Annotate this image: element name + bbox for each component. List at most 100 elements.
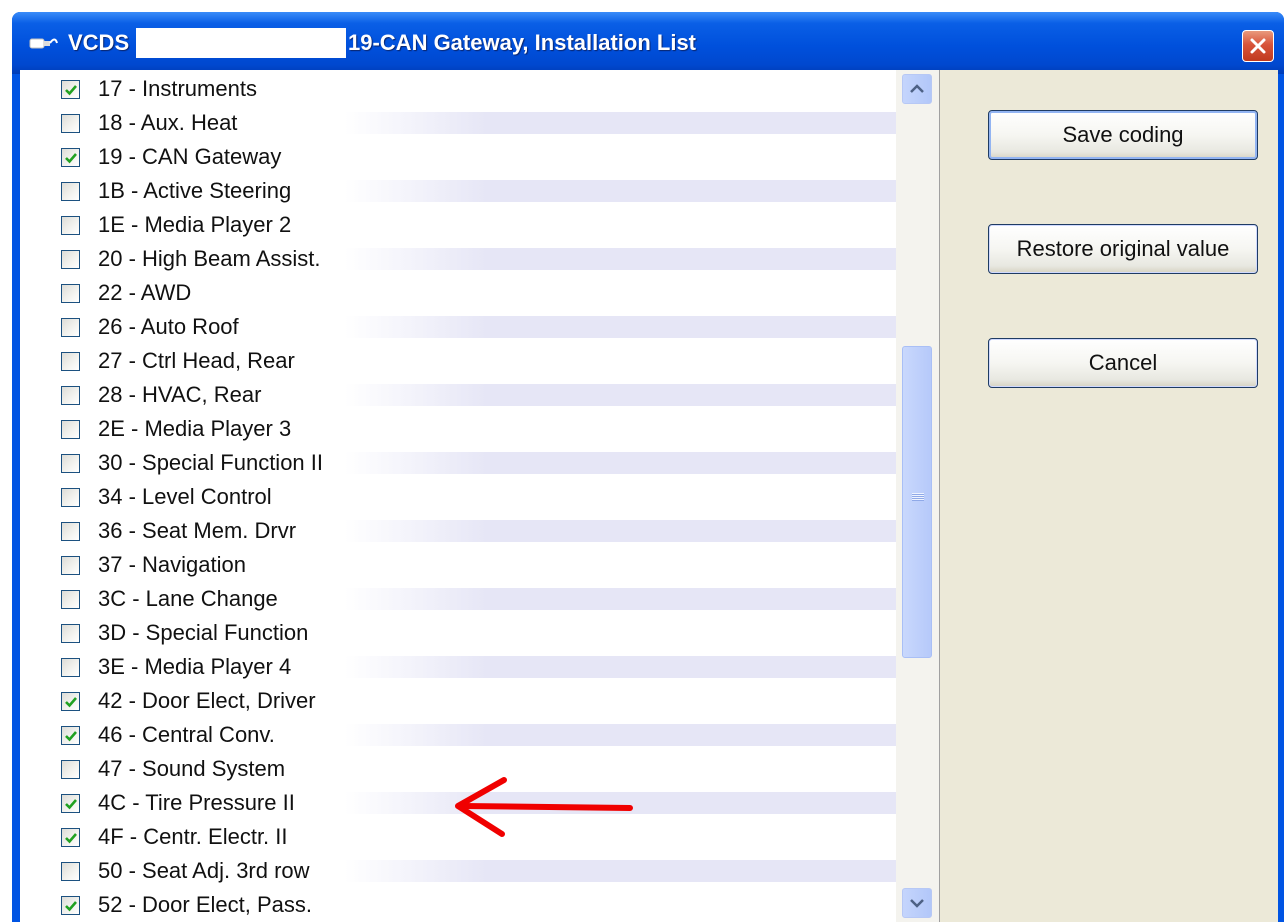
module-checkbox[interactable] [61, 590, 80, 609]
module-label: 50 - Seat Adj. 3rd row [98, 858, 310, 883]
restore-original-value-button[interactable]: Restore original value [988, 224, 1258, 274]
row-stripe [345, 112, 915, 134]
row-stripe [345, 180, 915, 202]
module-label: 19 - CAN Gateway [98, 144, 282, 169]
list-item[interactable]: 3D - Special Function [20, 616, 916, 650]
list-item[interactable]: 27 - Ctrl Head, Rear [20, 344, 916, 378]
checkmark-icon [65, 85, 77, 96]
module-checkbox[interactable] [61, 896, 80, 915]
module-checkbox[interactable] [61, 726, 80, 745]
list-item[interactable]: 17 - Instruments [20, 72, 916, 106]
module-label: 4C - Tire Pressure II [98, 790, 295, 815]
list-item[interactable]: 42 - Door Elect, Driver [20, 684, 916, 718]
scroll-down-button[interactable] [902, 888, 932, 918]
checkmark-icon [65, 731, 77, 742]
module-checkbox[interactable] [61, 352, 80, 371]
module-label: 3D - Special Function [98, 620, 309, 645]
row-stripe [345, 520, 915, 542]
module-checkbox[interactable] [61, 182, 80, 201]
module-checkbox[interactable] [61, 658, 80, 677]
redacted-area [136, 28, 346, 58]
module-checkbox[interactable] [61, 828, 80, 847]
list-item[interactable]: 18 - Aux. Heat [20, 106, 916, 140]
scroll-grip [912, 493, 924, 501]
row-stripe [345, 316, 915, 338]
checkmark-icon [65, 901, 77, 912]
close-button[interactable] [1242, 30, 1274, 62]
module-label: 20 - High Beam Assist. [98, 246, 321, 271]
installation-list[interactable]: 17 - Instruments 18 - Aux. Heat 19 - CAN G… [20, 70, 940, 922]
window-title: 19-CAN Gateway, Installation List [348, 30, 697, 55]
module-label: 46 - Central Conv. [98, 722, 275, 747]
module-label: 30 - Special Function II [98, 450, 324, 475]
list-item[interactable]: 1E - Media Player 2 [20, 208, 916, 242]
module-checkbox[interactable] [61, 318, 80, 337]
scroll-up-arrow-icon [910, 84, 924, 93]
scroll-up-button[interactable] [902, 74, 932, 104]
list-item[interactable]: 37 - Navigation [20, 548, 916, 582]
list-item[interactable]: 34 - Level Control [20, 480, 916, 514]
module-label: 26 - Auto Roof [98, 314, 239, 339]
red-arrow-annotation [455, 777, 633, 837]
list-item[interactable]: 3E - Media Player 4 [20, 650, 916, 684]
close-icon [1250, 38, 1266, 54]
row-stripe [345, 860, 915, 882]
module-label: 52 - Door Elect, Pass. [98, 892, 312, 917]
list-item[interactable]: 26 - Auto Roof [20, 310, 916, 344]
module-label: 28 - HVAC, Rear [98, 382, 262, 407]
module-checkbox[interactable] [61, 794, 80, 813]
module-label: 4F - Centr. Electr. II [98, 824, 288, 849]
list-item[interactable]: 28 - HVAC, Rear [20, 378, 916, 412]
module-label: 1E - Media Player 2 [98, 212, 292, 237]
module-label: 3C - Lane Change [98, 586, 278, 611]
module-label: 27 - Ctrl Head, Rear [98, 348, 295, 373]
list-item[interactable]: 46 - Central Conv. [20, 718, 916, 752]
checkmark-icon [65, 799, 77, 810]
module-checkbox[interactable] [61, 692, 80, 711]
module-checkbox[interactable] [61, 250, 80, 269]
module-label: 1B - Active Steering [98, 178, 292, 203]
module-checkbox[interactable] [61, 522, 80, 541]
list-item[interactable]: 1B - Active Steering [20, 174, 916, 208]
module-checkbox[interactable] [61, 624, 80, 643]
module-checkbox[interactable] [61, 556, 80, 575]
module-checkbox[interactable] [61, 488, 80, 507]
module-label: 17 - Instruments [98, 76, 257, 101]
vcds-window: VCDS 19-CAN Gateway, Installation List 1… [12, 12, 1284, 922]
list-item[interactable]: 30 - Special Function II [20, 446, 916, 480]
cancel-button[interactable]: Cancel [988, 338, 1258, 388]
list-item[interactable]: 52 - Door Elect, Pass. [20, 888, 916, 922]
list-item[interactable]: 19 - CAN Gateway [20, 140, 916, 174]
list-item[interactable]: 36 - Seat Mem. Drvr [20, 514, 916, 548]
list-item[interactable]: 20 - High Beam Assist. [20, 242, 916, 276]
module-checkbox[interactable] [61, 760, 80, 779]
module-checkbox[interactable] [61, 386, 80, 405]
module-checkbox[interactable] [61, 216, 80, 235]
module-checkbox[interactable] [61, 420, 80, 439]
module-checkbox[interactable] [61, 114, 80, 133]
row-stripe [345, 248, 915, 270]
scroll-down-arrow-icon [910, 899, 924, 908]
app-name: VCDS [68, 30, 130, 55]
list-item[interactable]: 3C - Lane Change [20, 582, 916, 616]
module-checkbox[interactable] [61, 454, 80, 473]
dialog-client-area: 17 - Instruments 18 - Aux. Heat 19 - CAN G… [20, 70, 1278, 922]
scroll-thumb[interactable] [902, 346, 932, 658]
module-checkbox[interactable] [61, 80, 80, 99]
module-label: 3E - Media Player 4 [98, 654, 292, 679]
vertical-scrollbar[interactable] [896, 70, 939, 922]
checkmark-icon [65, 833, 77, 844]
module-checkbox[interactable] [61, 862, 80, 881]
list-item[interactable]: 50 - Seat Adj. 3rd row [20, 854, 916, 888]
row-stripe [345, 452, 915, 474]
module-checkbox[interactable] [61, 284, 80, 303]
title-bar[interactable]: VCDS 19-CAN Gateway, Installation List [12, 12, 1284, 74]
module-label: 42 - Door Elect, Driver [98, 688, 316, 713]
save-coding-button[interactable]: Save coding [988, 110, 1258, 160]
row-stripe [345, 724, 915, 746]
row-stripe [345, 588, 915, 610]
list-item[interactable]: 22 - AWD [20, 276, 916, 310]
checkmark-icon [65, 697, 77, 708]
module-checkbox[interactable] [61, 148, 80, 167]
list-item[interactable]: 2E - Media Player 3 [20, 412, 916, 446]
